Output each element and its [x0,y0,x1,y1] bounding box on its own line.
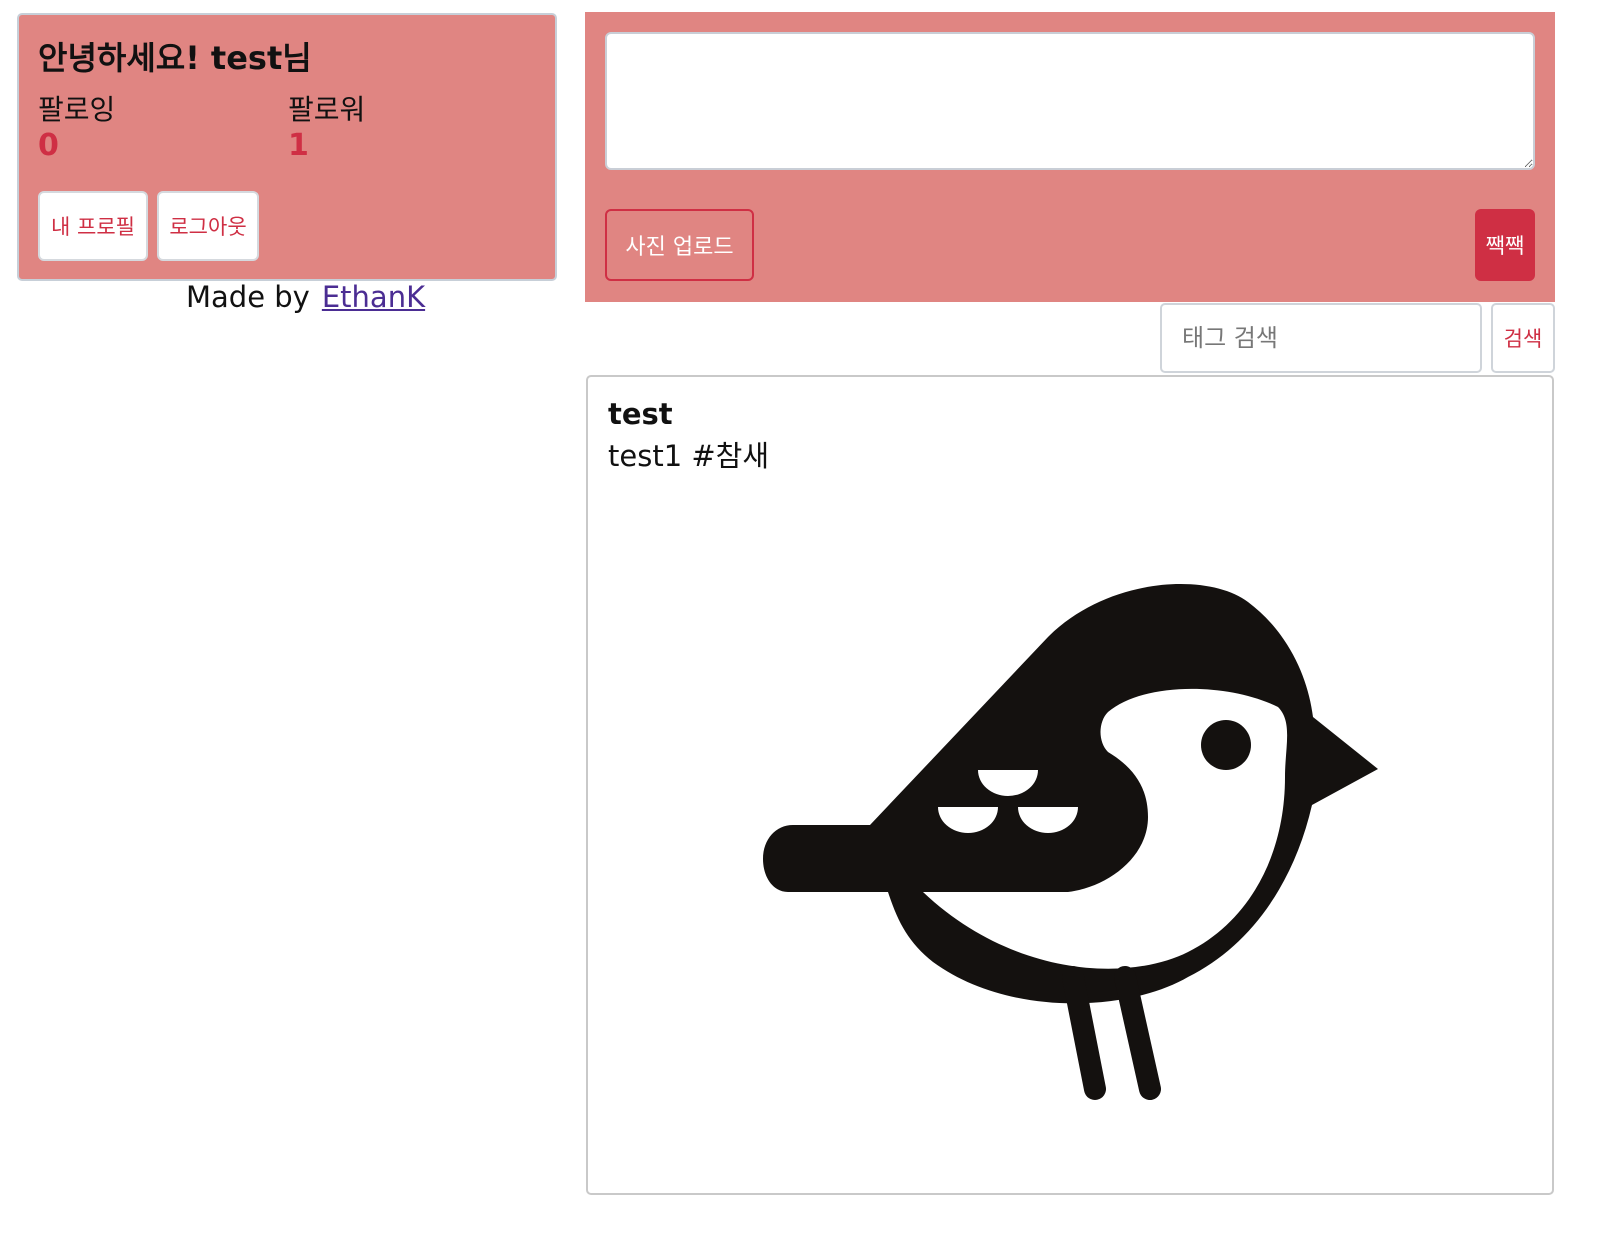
my-profile-button[interactable]: 내 프로필 [38,191,148,261]
follower-count: 1 [288,128,309,163]
logout-button[interactable]: 로그아웃 [157,191,259,261]
page: 안녕하세요! test님 팔로잉 0 팔로워 1 내 프로필 로그아웃 Made… [0,0,1618,1246]
photo-upload-button[interactable]: 사진 업로드 [605,209,754,281]
tweet-submit-button[interactable]: 짹짹 [1475,209,1535,281]
following-stat: 팔로잉 0 [38,93,115,165]
post-author: test [608,397,673,431]
post-content: test1 #참새 [608,439,770,473]
follower-label: 팔로워 [288,93,366,126]
tag-search-input[interactable] [1160,303,1482,373]
following-label: 팔로잉 [38,93,116,126]
sparrow-illustration-icon [763,584,1378,1100]
greeting-title: 안녕하세요! test님 [38,39,312,77]
tag-search-button[interactable]: 검색 [1491,303,1555,373]
made-by-footer: Made by EthanK [186,280,425,314]
made-by-label: Made by [186,280,310,314]
author-link[interactable]: EthanK [322,280,425,314]
follower-stat: 팔로워 1 [288,93,365,165]
tweet-textarea[interactable] [605,32,1535,170]
post-card: test test1 #참새 [586,375,1554,1195]
tweet-composer: 사진 업로드 짹짹 [585,12,1555,302]
following-count: 0 [38,128,59,163]
profile-card: 안녕하세요! test님 팔로잉 0 팔로워 1 내 프로필 로그아웃 [17,13,557,281]
